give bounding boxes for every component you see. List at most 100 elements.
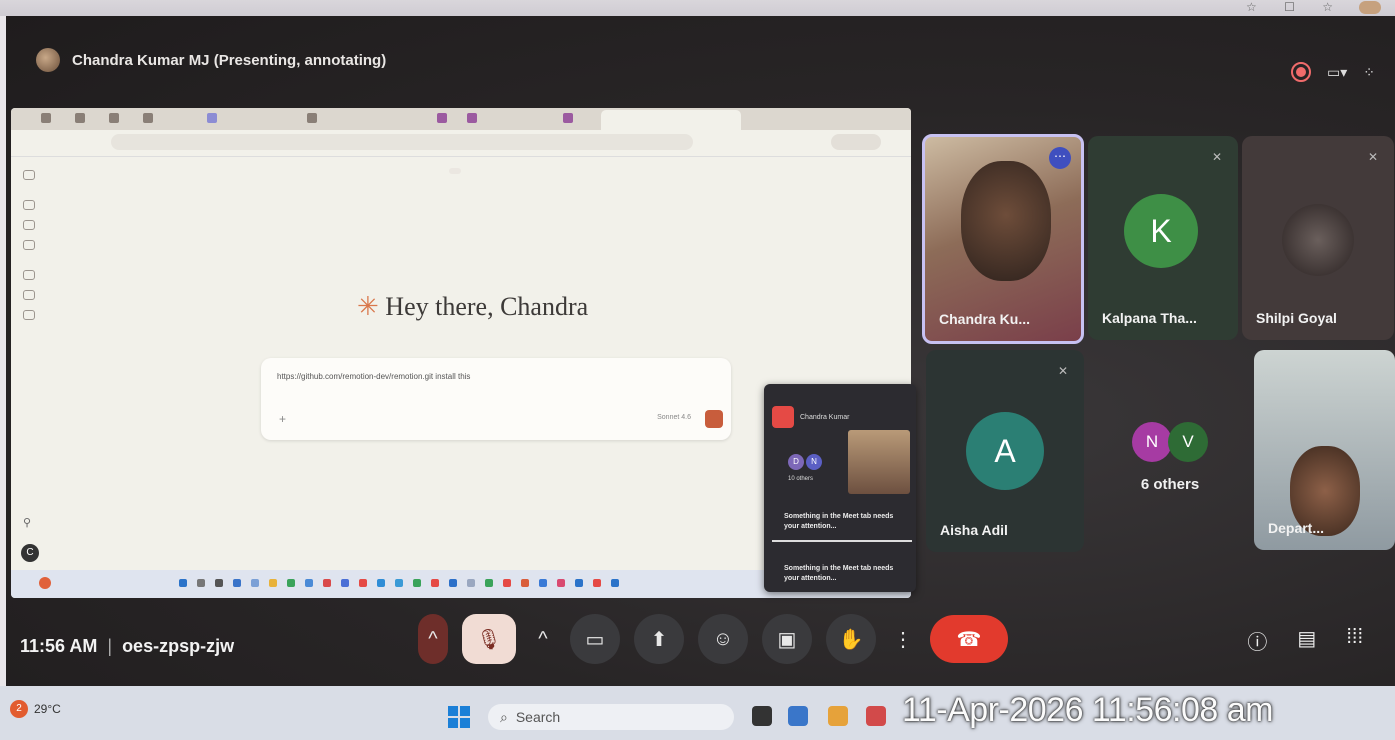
participant-avatar: A [966,412,1044,490]
plus-icon: + [279,412,287,426]
taskbar-icon [431,579,439,587]
claude-sidebar [11,156,47,598]
taskbar-icon [413,579,421,587]
taskbar-icon [521,579,529,587]
participant-name: Shilpi Goyal [1256,310,1337,326]
taskbar-icon [503,579,511,587]
asterisk-icon: ✳ [357,292,379,321]
browser-toolbar-icons[interactable]: ☆ ☐ ☆ [1246,0,1345,14]
popup-others: 10 others [788,476,814,482]
sidebar-icon [23,240,35,250]
participant-name: Depart... [1268,520,1325,536]
taskbar-icon [233,579,241,587]
browser-profile-avatar[interactable] [1359,1,1381,14]
present-off-icon[interactable]: ▭▾ [1327,64,1347,81]
mic-off-icon: ✕ [1057,364,1068,378]
stop-presenting-button[interactable] [772,406,794,428]
layout-icon[interactable]: ⁘ [1363,64,1375,81]
person-icon: ⚲ [23,517,32,529]
sidebar-icon [23,170,35,180]
meeting-info-icon[interactable]: ⓘ [1247,626,1267,655]
call-controls: ^ 🎙 ^ ▭ ⬆ ☺ ▣ ✋ ⋮ ☎ [418,610,1008,668]
app-icon[interactable] [828,706,848,726]
tab-icon [109,113,119,123]
tab-icon [75,113,85,123]
active-tab [601,110,741,130]
end-call-button[interactable]: ☎ [930,615,1008,663]
participant-tile-others[interactable]: N V 6 others [1092,350,1248,552]
audio-settings-chevron-icon[interactable]: ^ [418,614,448,664]
participant-tile-shilpi[interactable]: ✕ Shilpi Goyal [1242,136,1394,340]
participant-avatar [1282,204,1354,276]
timestamp-overlay: 11-Apr-2026 11:56:08 am [902,691,1273,729]
taskbar-icon [269,579,277,587]
participant-name: Aisha Adil [940,522,1008,538]
task-view-icon[interactable] [752,706,772,726]
popup-message[interactable]: Something in the Meet tab needs your att… [784,512,910,532]
sidebar-icon [23,270,35,280]
mic-off-button[interactable]: 🎙 [462,614,516,664]
shared-url-box [111,134,693,150]
chat-icon[interactable]: ▤ [1297,626,1316,655]
popup-divider [772,540,912,542]
send-icon [705,410,723,428]
more-options-button[interactable]: ⋮ [890,614,916,664]
top-right-controls: ▭▾ ⁘ [1291,62,1375,82]
tab-icon [307,113,317,123]
participant-video [961,161,1051,281]
sidebar-icon [23,220,35,230]
taskbar-icon [251,579,259,587]
participant-avatar: K [1124,194,1198,268]
participant-tile-kalpana[interactable]: ✕ K Kalpana Tha... [1088,136,1238,340]
taskbar-icon [377,579,385,587]
recording-icon[interactable] [1291,62,1311,82]
browser-chrome: ☆ ☐ ☆ [0,0,1395,16]
tab-icon [207,113,217,123]
raise-hand-button[interactable]: ✋ [826,614,876,664]
temperature: 29°C [34,702,61,716]
sidebar-icon [23,200,35,210]
meet-popup[interactable]: Chandra Kumar D N 10 others Something in… [764,384,916,592]
activities-icon[interactable]: ⁞⁞⁞ [1346,626,1363,655]
weather-widget[interactable]: 2 29°C [10,700,61,718]
presenter-avatar [36,48,60,72]
user-avatar: C [21,544,39,562]
popup-message[interactable]: Something in the Meet tab needs your att… [784,564,910,584]
emoji-reaction-button[interactable]: ☺ [698,614,748,664]
video-settings-chevron-icon[interactable]: ^ [530,614,556,664]
shared-address-bar [11,130,911,157]
meeting-time: 11:56 AM [20,636,98,656]
popup-video-thumbnail [848,430,910,494]
participant-tile-chandra[interactable]: ⋯ Chandra Ku... [922,134,1084,344]
participant-avatar-n: N [1132,422,1172,462]
tab-icon [467,113,477,123]
app-icon[interactable] [866,706,886,726]
mic-off-icon: ✕ [1367,150,1378,164]
popup-presenter-row: Chandra Kumar [772,406,849,428]
participant-name: Kalpana Tha... [1102,310,1197,326]
shared-browser-tabs [11,108,911,130]
taskbar-icon [485,579,493,587]
more-options-icon[interactable]: ⋯ [1049,147,1071,169]
meet-window: Chandra Kumar MJ (Presenting, annotating… [6,16,1395,686]
present-screen-button[interactable]: ⬆ [634,614,684,664]
tab-icon [437,113,447,123]
windows-start-icon[interactable] [448,706,470,728]
taskbar-icon [341,579,349,587]
right-controls: ⓘ ▤ ⁞⁞⁞ [1247,626,1363,655]
camera-button[interactable]: ▭ [570,614,620,664]
captions-button[interactable]: ▣ [762,614,812,664]
participant-tile-aisha[interactable]: ✕ A Aisha Adil [926,350,1084,552]
taskbar-icon [215,579,223,587]
tab-icon [563,113,573,123]
taskbar-search[interactable]: ⌕ Search [488,704,734,730]
search-placeholder: Search [515,709,561,725]
taskbar-icon [305,579,313,587]
taskbar-icon [467,579,475,587]
app-icon[interactable] [788,706,808,726]
participant-tile-depart[interactable]: Depart... [1254,350,1395,550]
taskbar-icon [449,579,457,587]
presenter-label: Chandra Kumar MJ (Presenting, annotating… [72,51,387,69]
taskbar-icon [557,579,565,587]
popup-avatar-n: N [806,454,822,470]
